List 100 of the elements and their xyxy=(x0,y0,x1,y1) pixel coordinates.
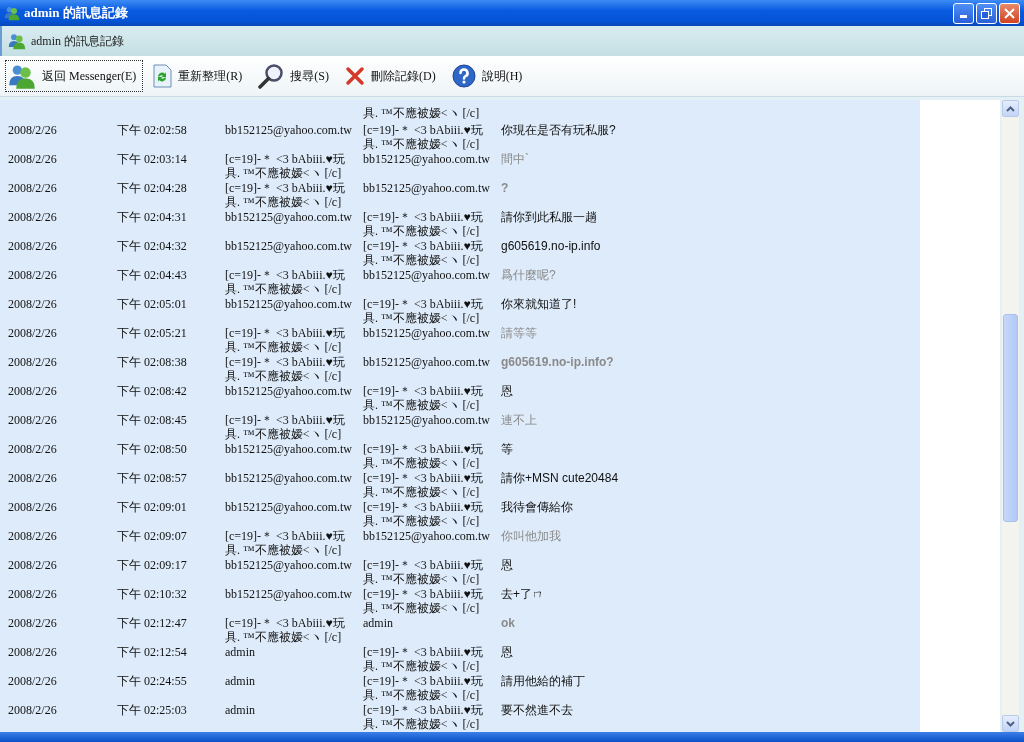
table-cell-text: admin xyxy=(225,673,256,690)
table-cell-text: bb152125@yahoo.com.tw xyxy=(225,441,354,458)
message-text: 去+了ㄇ xyxy=(501,586,545,603)
message-text: 間中` xyxy=(501,151,530,168)
table-cell-text: 下午 02:12:54 xyxy=(117,644,188,661)
table-cell-text: 下午 02:09:17 xyxy=(117,557,188,574)
minimize-icon xyxy=(960,14,967,18)
table-cell-text: bb152125@yahoo.com.tw xyxy=(225,499,354,516)
table-cell-text: 2008/2/26 xyxy=(7,209,58,226)
table-cell-text: 下午 02:04:31 xyxy=(117,209,188,226)
table-cell-text: 下午 02:05:01 xyxy=(117,296,188,313)
search-icon xyxy=(258,63,285,89)
table-cell-text: [c=19]-＊ <3 bAbiii.♥玩具. ™不應被嫒<ヽ [/c] xyxy=(225,325,346,353)
close-button[interactable] xyxy=(999,2,1020,24)
table-cell-text: 下午 02:08:57 xyxy=(117,470,188,487)
scroll-down-button[interactable] xyxy=(1002,715,1019,732)
table-cell-text: bb152125@yahoo.com.tw xyxy=(225,383,354,400)
table-cell-text: 下午 02:09:01 xyxy=(117,499,188,516)
table-cell-text: 2008/2/26 xyxy=(7,470,58,487)
message-text: 恩 xyxy=(501,383,514,400)
message-text: 你現在是否有玩私服? xyxy=(501,122,617,139)
table-cell-text: 下午 02:08:38 xyxy=(117,354,188,371)
table-cell-text: 2008/2/26 xyxy=(7,586,58,603)
table-cell-text: 2008/2/26 xyxy=(7,354,58,371)
message-text: ok xyxy=(501,615,516,632)
table-cell-text: 下午 02:08:42 xyxy=(117,383,188,400)
window-title: admin 的訊息記錄 xyxy=(24,4,128,22)
table-cell-text: 2008/2/26 xyxy=(7,412,58,429)
table-cell-text: 下午 02:24:55 xyxy=(117,673,188,690)
table-cell-text: 2008/2/26 xyxy=(7,151,58,168)
table-cell-text: 下午 02:04:43 xyxy=(117,267,188,284)
message-text: 恩 xyxy=(501,557,514,574)
scroll-thumb[interactable] xyxy=(1003,314,1018,522)
message-text: 連不上 xyxy=(501,412,538,429)
table-cell-text: 2008/2/26 xyxy=(7,180,58,197)
table-cell-text: bb152125@yahoo.com.tw xyxy=(225,586,354,603)
table-cell-text: 2008/2/26 xyxy=(7,441,58,458)
message-text: 請你到此私服一趟 xyxy=(501,209,598,226)
toolbar-button[interactable]: 返回 Messenger(E) xyxy=(5,60,144,92)
table-cell-text: [c=19]-＊ <3 bAbiii.♥玩具. ™不應被嫒<ヽ [/c] xyxy=(363,209,484,237)
table-cell-text: 2008/2/26 xyxy=(7,238,58,255)
message-text: 我待會傳給你 xyxy=(501,499,574,516)
table-cell-text: 下午 02:09:07 xyxy=(117,528,188,545)
table-cell-text: bb152125@yahoo.com.tw xyxy=(363,354,492,371)
table-cell-text: 下午 02:10:32 xyxy=(117,586,188,603)
table-cell-text: bb152125@yahoo.com.tw xyxy=(363,325,492,342)
header-title: admin 的訊息記錄 xyxy=(31,32,124,50)
table-cell-text: bb152125@yahoo.com.tw xyxy=(363,151,492,168)
table-cell-text: 2008/2/26 xyxy=(7,528,58,545)
refresh-icon xyxy=(152,64,173,88)
table-cell-text: 下午 02:04:32 xyxy=(117,238,188,255)
chevron-up-icon xyxy=(1006,105,1015,112)
table-cell-text: [c=19]-＊ <3 bAbiii.♥玩具. ™不應被嫒<ヽ [/c] xyxy=(363,470,484,498)
minimize-button[interactable] xyxy=(953,2,974,24)
table-cell-text: 下午 02:04:28 xyxy=(117,180,188,197)
table-cell-text: admin xyxy=(225,702,256,719)
message-text: 恩 xyxy=(501,644,514,661)
help-icon xyxy=(451,64,476,88)
table-cell-text: 2008/2/26 xyxy=(7,557,58,574)
restore-icon xyxy=(981,7,992,19)
message-text: 請等等 xyxy=(501,325,538,342)
restore-button[interactable] xyxy=(976,2,997,24)
toolbar-button[interactable]: 重新整理(R) xyxy=(149,60,250,92)
close-icon xyxy=(1004,7,1015,19)
table-cell-text: 下午 02:25:03 xyxy=(117,702,188,719)
table-cell-text: 下午 02:08:45 xyxy=(117,412,188,429)
table-cell-text: 2008/2/26 xyxy=(7,325,58,342)
message-text: 請用他給的補丁 xyxy=(501,673,586,690)
table-cell-text: bb152125@yahoo.com.tw xyxy=(363,267,492,284)
message-text: g605619.no-ip.info? xyxy=(501,354,615,371)
table-cell-text: [c=19]-＊ <3 bAbiii.♥玩具. ™不應被嫒<ヽ [/c] xyxy=(363,557,484,585)
table-cell-text: admin xyxy=(225,644,256,661)
table-cell-text: bb152125@yahoo.com.tw xyxy=(225,557,354,574)
table-cell-text: 下午 02:03:14 xyxy=(117,151,188,168)
table-cell-text: [c=19]-＊ <3 bAbiii.♥玩具. ™不應被嫒<ヽ [/c] xyxy=(363,441,484,469)
table-cell-text: 2008/2/26 xyxy=(7,122,58,139)
table-cell-text: 2008/2/26 xyxy=(7,702,58,719)
table-cell-text: 2008/2/26 xyxy=(7,644,58,661)
table-cell-text: [c=19]-＊ <3 bAbiii.♥玩具. ™不應被嫒<ヽ [/c] xyxy=(363,673,484,701)
table-cell-text: bb152125@yahoo.com.tw xyxy=(225,238,354,255)
table-cell-text: bb152125@yahoo.com.tw xyxy=(225,122,354,139)
toolbar-button[interactable]: 說明(H) xyxy=(448,60,530,92)
table-cell-text: 2008/2/26 xyxy=(7,267,58,284)
table-cell-text: bb152125@yahoo.com.tw xyxy=(225,470,354,487)
table-cell-text: [c=19]-＊ <3 bAbiii.♥玩具. ™不應被嫒<ヽ [/c] xyxy=(363,702,484,730)
toolbar-button[interactable]: 刪除記錄(D) xyxy=(342,60,443,92)
scroll-up-button[interactable] xyxy=(1002,100,1019,117)
table-cell-text: 下午 02:08:50 xyxy=(117,441,188,458)
table-cell-text: 下午 02:12:47 xyxy=(117,615,188,632)
table-cell-text: 具. ™不應被嫒<ヽ [/c] xyxy=(363,106,481,121)
table-cell-text: 2008/2/26 xyxy=(7,615,58,632)
table-cell-text: 2008/2/26 xyxy=(7,673,58,690)
table-cell-text: bb152125@yahoo.com.tw xyxy=(363,412,492,429)
table-cell-text: bb152125@yahoo.com.tw xyxy=(363,528,492,545)
message-text: 你來就知道了! xyxy=(501,296,578,313)
message-text: ? xyxy=(501,180,510,197)
users-icon xyxy=(4,5,20,21)
table-cell-text: [c=19]-＊ <3 bAbiii.♥玩具. ™不應被嫒<ヽ [/c] xyxy=(363,644,484,672)
toolbar-button[interactable]: 搜尋(S) xyxy=(255,60,336,92)
chevron-down-icon xyxy=(1006,720,1015,727)
